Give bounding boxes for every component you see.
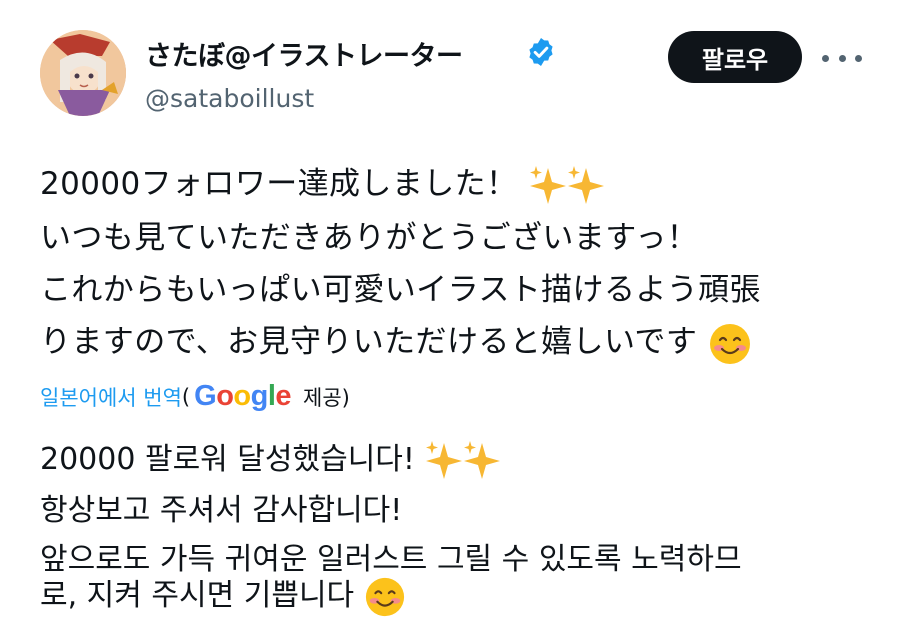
provided-by-label: 제공) (303, 385, 350, 410)
sparkles-icon (529, 165, 604, 204)
post-line-1: 20000フォロワー達成しました！ (40, 158, 608, 208)
translation-text: 20000 팔로워 달성했습니다! (40, 442, 415, 477)
more-options-icon[interactable] (822, 44, 862, 72)
more-dot (822, 54, 829, 62)
translation-line-2: 항상보고 주셔서 감사합니다! (40, 493, 403, 528)
more-dot (855, 54, 862, 62)
avatar[interactable] (40, 30, 126, 116)
display-name[interactable]: さたぼ@イラストレーター (145, 34, 463, 73)
post-text: 20000フォロワー達成しました！ (40, 166, 518, 202)
translated-from-link[interactable]: 일본어에서 번역 (40, 382, 182, 412)
translation-text: 로, 지켜 주시면 기쁩니다 (40, 578, 355, 613)
google-logo: Google (194, 380, 292, 412)
translation-line-1: 20000 팔로워 달성했습니다! (40, 434, 504, 483)
translation-attribution: 일본어에서 번역 ( Google 제공) (40, 380, 350, 413)
more-dot (838, 54, 846, 62)
smiling-face-icon (709, 323, 750, 364)
smiling-face-icon (365, 577, 404, 616)
follow-button[interactable]: 팔로우 (668, 31, 802, 83)
translation-line-4: 로, 지켜 주시면 기쁩니다 (40, 570, 406, 618)
post-line-4: りますので、お見守りいただけると嬉しいです (40, 316, 752, 366)
sparkles-icon (426, 440, 501, 479)
avatar-illustration (40, 30, 126, 116)
open-paren: ( (181, 384, 191, 409)
post-text: りますので、お見守りいただけると嬉しいです (40, 324, 698, 360)
post-line-3: これからもいっぱい可愛いイラスト描けるよう頑張 (40, 272, 761, 308)
verified-badge-icon (529, 38, 553, 66)
post-line-2: いつも見ていただきありがとうございますっ！ (40, 220, 699, 256)
user-handle[interactable]: @sataboillust (145, 84, 314, 113)
